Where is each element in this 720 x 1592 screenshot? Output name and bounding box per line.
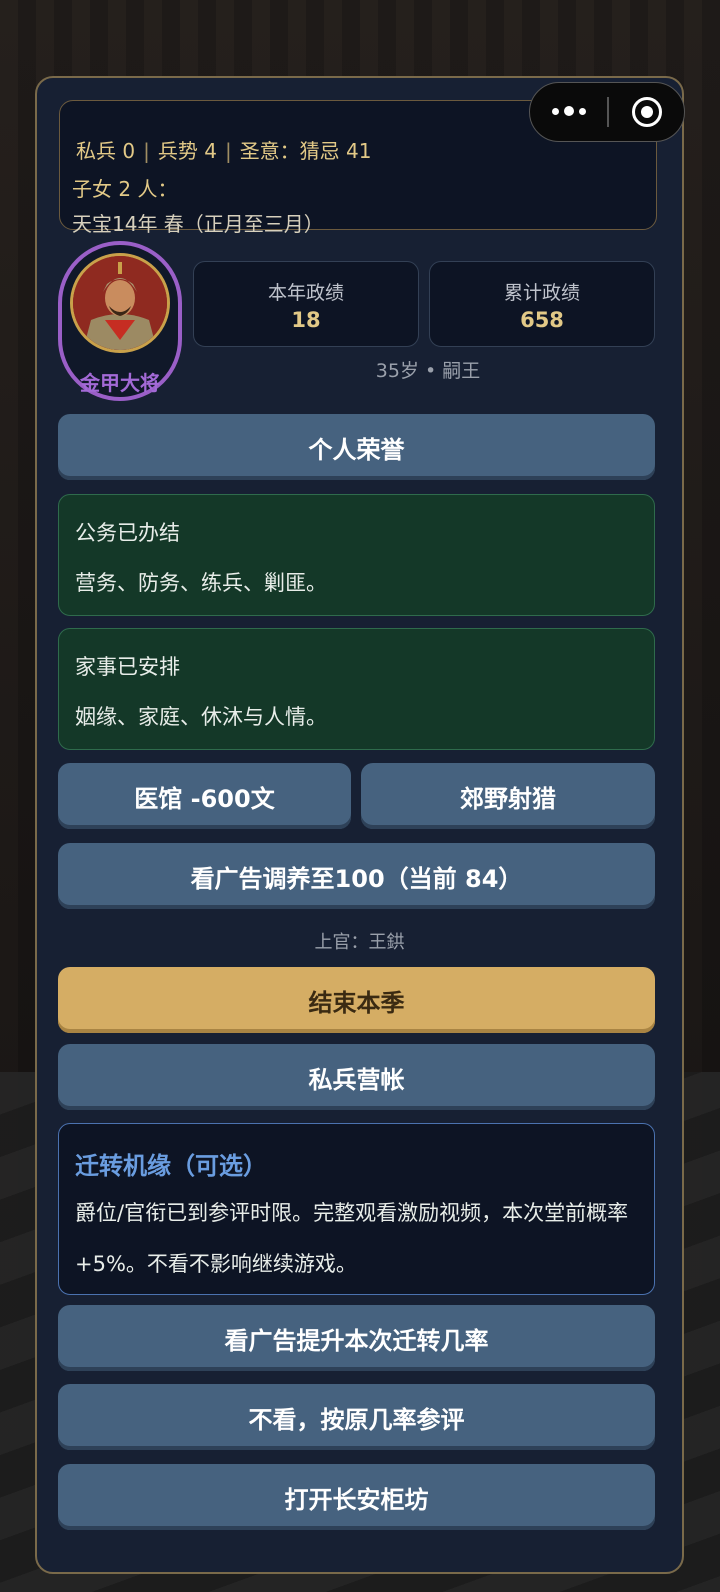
age-rank: 35岁 • 嗣王 bbox=[375, 360, 481, 382]
this-year-merit-label: 本年政绩 bbox=[267, 282, 344, 304]
official-affairs-box: 公务已办结 营务、防务、练兵、剿匪。 bbox=[58, 494, 655, 616]
total-merit-card: 累计政绩 658 bbox=[429, 261, 655, 347]
game-date: 天宝14年 春（正月至三月） bbox=[72, 212, 324, 236]
avatar[interactable]: 金甲大将 bbox=[58, 241, 182, 401]
family-affairs-box: 家事已安排 姻缘、家庭、休沐与人情。 bbox=[58, 628, 655, 750]
private-troops-label: 私兵 bbox=[76, 139, 116, 163]
private-camp-button[interactable]: 私兵营帐 bbox=[58, 1044, 655, 1110]
promotion-chance-box: 迁转机缘（可选） 爵位/官衔已到参评时限。完整观看激励视频，本次堂前概率 +5%… bbox=[58, 1123, 655, 1295]
more-dots-icon[interactable] bbox=[552, 99, 588, 123]
promotion-body: 爵位/官衔已到参评时限。完整观看激励视频，本次堂前概率 +5%。不看不影响继续游… bbox=[75, 1201, 629, 1276]
main-panel: 私兵 0 | 兵势 4 | 圣意：猜忌 41 子女 2 人： 天宝14年 春（正月至三月… bbox=[35, 76, 685, 1574]
recover-ad-button[interactable]: 看广告调养至100（当前 84） bbox=[58, 843, 655, 909]
boost-ad-button[interactable]: 看广告提升本次迁转几率 bbox=[58, 1305, 655, 1371]
children-count: 子女 2 人： bbox=[72, 177, 178, 201]
military-label: 兵势 bbox=[157, 139, 198, 163]
superior-label: 上官：王鉷 bbox=[314, 932, 405, 953]
family-affairs-items: 姻缘、家庭、休沐与人情。 bbox=[75, 705, 327, 729]
imperial-will-label: 圣意：猜忌 bbox=[239, 139, 340, 163]
private-troops-value: 0 bbox=[122, 139, 136, 163]
general-portrait bbox=[70, 253, 170, 353]
military-value: 4 bbox=[204, 139, 217, 163]
status-stats: 私兵 0 | 兵势 4 | 圣意：猜忌 41 bbox=[76, 139, 372, 163]
imperial-will-value: 41 bbox=[346, 139, 372, 163]
skip-ad-button[interactable]: 不看，按原几率参评 bbox=[58, 1384, 655, 1450]
end-season-button[interactable]: 结束本季 bbox=[58, 967, 655, 1033]
this-year-merit-value: 18 bbox=[291, 308, 321, 332]
promotion-title: 迁转机缘（可选） bbox=[75, 1152, 267, 1180]
total-merit-value: 658 bbox=[520, 308, 564, 332]
hunt-button[interactable]: 郊野射猎 bbox=[361, 763, 655, 829]
mini-program-capsule bbox=[529, 82, 685, 142]
official-affairs-items: 营务、防务、练兵、剿匪。 bbox=[75, 571, 327, 595]
close-target-icon[interactable] bbox=[632, 97, 662, 127]
avatar-title: 金甲大将 bbox=[80, 371, 160, 395]
clinic-button[interactable]: 医馆 -600文 bbox=[58, 763, 351, 829]
family-affairs-title: 家事已安排 bbox=[75, 655, 180, 679]
this-year-merit-card: 本年政绩 18 bbox=[193, 261, 419, 347]
official-affairs-title: 公务已办结 bbox=[75, 521, 180, 545]
open-shop-button[interactable]: 打开长安柜坊 bbox=[58, 1464, 655, 1530]
honors-button[interactable]: 个人荣誉 bbox=[58, 414, 655, 480]
capsule-divider bbox=[607, 97, 609, 127]
total-merit-label: 累计政绩 bbox=[503, 282, 580, 304]
